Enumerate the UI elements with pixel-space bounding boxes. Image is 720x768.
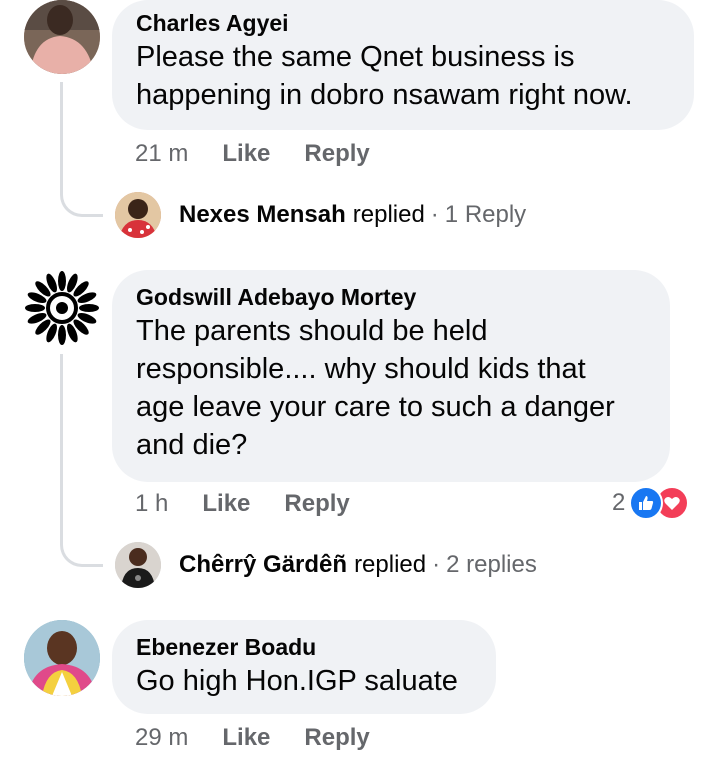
- reply-button[interactable]: Reply: [284, 490, 349, 518]
- like-icon: [629, 486, 664, 520]
- reaction-count: 2: [612, 489, 626, 516]
- comment-bubble: Ebenezer Boadu Go high Hon.IGP saluate: [112, 620, 496, 714]
- comment-bubble: Charles Agyei Please the same Qnet busin…: [112, 0, 694, 130]
- thread-line: [60, 82, 63, 192]
- comment-author[interactable]: Godswill Adebayo Mortey: [136, 282, 648, 312]
- comment-actions: 21 m Like Reply: [135, 140, 404, 168]
- thread-connector: [60, 180, 103, 217]
- comment-text-line: responsible.... why should kids that: [136, 353, 586, 385]
- comment-author[interactable]: Ebenezer Boadu: [136, 632, 474, 662]
- reply-count: 2 replies: [446, 551, 537, 578]
- avatar-nexes-mensah: [115, 192, 161, 238]
- like-button[interactable]: Like: [222, 140, 270, 168]
- comment-text-line: Please the same Qnet business is: [136, 41, 575, 73]
- thread-connector: [60, 530, 103, 567]
- comment-timestamp[interactable]: 29 m: [135, 724, 188, 752]
- avatar-godswill-adebayo-mortey[interactable]: [24, 270, 100, 346]
- reply-verb: replied: [354, 551, 427, 578]
- comment-bubble: Godswill Adebayo Mortey The parents shou…: [112, 270, 670, 482]
- thread-line: [60, 354, 63, 544]
- reply-author: Chêrrŷ Gärdêñ: [179, 551, 348, 578]
- view-replies-link[interactable]: Nexes Mensah replied · 1 Reply: [115, 192, 526, 238]
- avatar-ebenezer-boadu[interactable]: [24, 620, 100, 696]
- comment-actions: 29 m Like Reply: [135, 724, 404, 752]
- reply-author: Nexes Mensah: [179, 201, 346, 228]
- comment-timestamp[interactable]: 21 m: [135, 140, 188, 168]
- reply-count: 1 Reply: [444, 201, 527, 228]
- comment-author[interactable]: Charles Agyei: [136, 8, 672, 38]
- reply-button[interactable]: Reply: [304, 140, 369, 168]
- comment-text-line: The parents should be held: [136, 315, 488, 347]
- comment-text-line: age leave your care to such a danger: [136, 391, 615, 423]
- separator-dot: ·: [430, 201, 439, 228]
- comment-text-line: Go high Hon.IGP saluate: [136, 665, 458, 697]
- comment-timestamp[interactable]: 1 h: [135, 490, 168, 518]
- separator-dot: ·: [432, 551, 441, 578]
- view-replies-link[interactable]: Chêrrŷ Gärdêñ replied · 2 replies: [115, 542, 537, 588]
- like-button[interactable]: Like: [202, 490, 250, 518]
- reaction-summary[interactable]: 2: [612, 486, 690, 520]
- comment-text-line: and die?: [136, 429, 248, 461]
- comment-text-line: happening in dobro nsawam right now.: [136, 79, 633, 111]
- avatar-cherry-garden: [115, 542, 161, 588]
- avatar-charles-agyei[interactable]: [24, 0, 100, 74]
- reply-button[interactable]: Reply: [304, 724, 369, 752]
- like-button[interactable]: Like: [222, 724, 270, 752]
- reply-verb: replied: [352, 201, 425, 228]
- comment-actions: 1 h Like Reply: [135, 490, 384, 518]
